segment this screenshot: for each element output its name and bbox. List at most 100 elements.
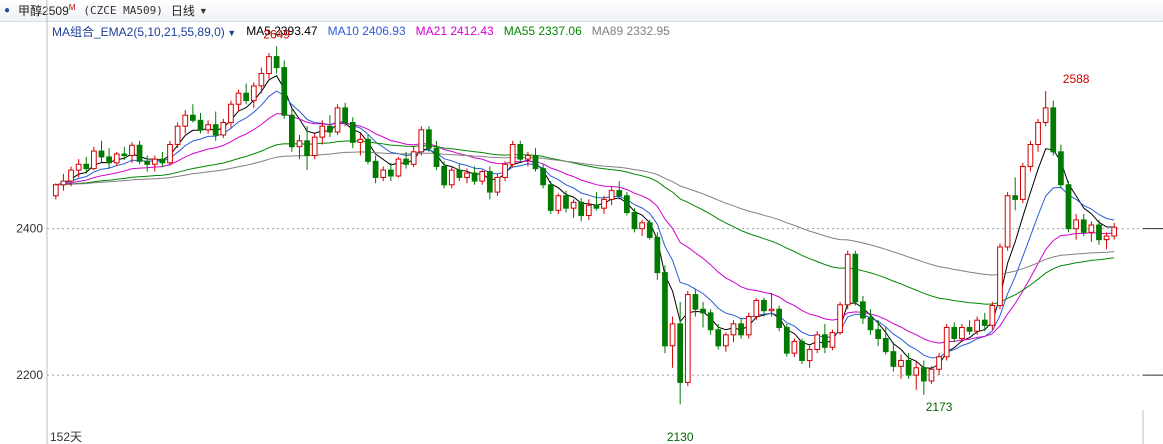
candle: [1050, 100, 1057, 156]
candle: [1004, 192, 1011, 251]
candle: [776, 305, 783, 332]
candle: [334, 104, 341, 135]
candle: [852, 250, 859, 306]
candle: [707, 309, 714, 335]
candle: [563, 190, 569, 213]
high-price-label: 2588: [1063, 72, 1090, 86]
candle: [129, 142, 135, 163]
candle: [91, 146, 97, 171]
candle: [1042, 91, 1049, 127]
chart-header-bar: ● 甲醇2509M (CZCE MA509) 日线 ▼: [0, 0, 1163, 22]
candle: [616, 181, 623, 200]
chevron-down-icon[interactable]: ▼: [199, 6, 208, 16]
candle: [205, 120, 211, 134]
candle: [920, 360, 927, 395]
candle: [981, 312, 988, 332]
candle: [730, 320, 737, 343]
period-selector[interactable]: 日线: [171, 2, 195, 19]
candle: [821, 323, 828, 354]
candle: [1065, 181, 1072, 233]
candle: [860, 296, 866, 324]
candle: [387, 162, 394, 182]
indicator-group-selector[interactable]: MA组合_EMA2(5,10,21,55,89,0) ▼: [52, 23, 236, 40]
candle: [1012, 177, 1019, 211]
candle: [1103, 232, 1110, 250]
candle: [829, 329, 836, 351]
candle: [593, 192, 600, 211]
candle: [357, 133, 364, 156]
symbol-code: (CZCE MA509): [83, 4, 163, 17]
candle: [875, 320, 882, 346]
candle: [494, 173, 501, 196]
candle: [905, 353, 912, 379]
candle: [783, 323, 790, 357]
candle: [380, 166, 387, 182]
candle: [844, 250, 851, 310]
candle: [966, 320, 973, 335]
candle: [837, 301, 843, 335]
candle: [304, 126, 310, 171]
candle: [1058, 144, 1064, 189]
candle: [890, 342, 897, 372]
candle: [266, 52, 272, 79]
candle: [631, 208, 638, 233]
candle: [144, 155, 151, 172]
candle: [327, 115, 333, 138]
candle: [639, 219, 645, 236]
candle: [197, 113, 204, 134]
candle: [662, 265, 668, 354]
candle: [532, 148, 539, 172]
candle: [768, 293, 775, 317]
candle: [791, 338, 798, 357]
candle: [547, 181, 554, 215]
symbol-name[interactable]: 甲醇2509M: [18, 2, 75, 19]
candle: [540, 164, 546, 189]
candle: [403, 151, 409, 169]
ma89-line: [55, 151, 1115, 276]
candle: [517, 140, 524, 163]
candle: [433, 140, 440, 171]
candle: [761, 297, 767, 317]
candle: [585, 199, 592, 220]
candle: [418, 126, 425, 156]
candle: [951, 322, 958, 343]
candle: [441, 161, 447, 189]
candle: [700, 301, 706, 328]
candle: [250, 82, 257, 108]
candle: [296, 134, 303, 160]
candle: [936, 353, 942, 376]
candle: [799, 338, 805, 365]
candle: [959, 323, 965, 343]
candle: [669, 316, 676, 368]
candle: [1096, 219, 1102, 245]
candle: [1111, 222, 1118, 240]
candle: [281, 60, 288, 119]
candle: [479, 170, 486, 185]
candle: [1080, 214, 1087, 236]
candle: [212, 111, 219, 141]
candle: [715, 323, 722, 350]
candle: [684, 290, 691, 387]
candle: [372, 155, 379, 184]
chevron-down-icon[interactable]: ▼: [225, 28, 236, 38]
indicator-legend: MA组合_EMA2(5,10,21,55,89,0) ▼ MA5 2393.47…: [52, 23, 670, 39]
candle: [898, 354, 904, 379]
candle: [258, 67, 265, 94]
candle: [570, 199, 577, 218]
low-price-label: 2173: [926, 400, 953, 414]
candle: [867, 309, 874, 335]
candle: [273, 46, 280, 74]
candle: [121, 146, 128, 160]
candle: [692, 288, 699, 317]
ma55-line: [55, 140, 1115, 305]
candle: [974, 316, 980, 335]
ma21-line: [55, 113, 1115, 344]
candle: [1088, 221, 1095, 242]
candle: [456, 164, 463, 182]
low-price-label: 2130: [667, 430, 694, 444]
candle: [989, 301, 996, 330]
candle: [814, 331, 821, 354]
candle: [646, 219, 653, 240]
candle: [677, 301, 684, 405]
candle: [624, 192, 630, 216]
